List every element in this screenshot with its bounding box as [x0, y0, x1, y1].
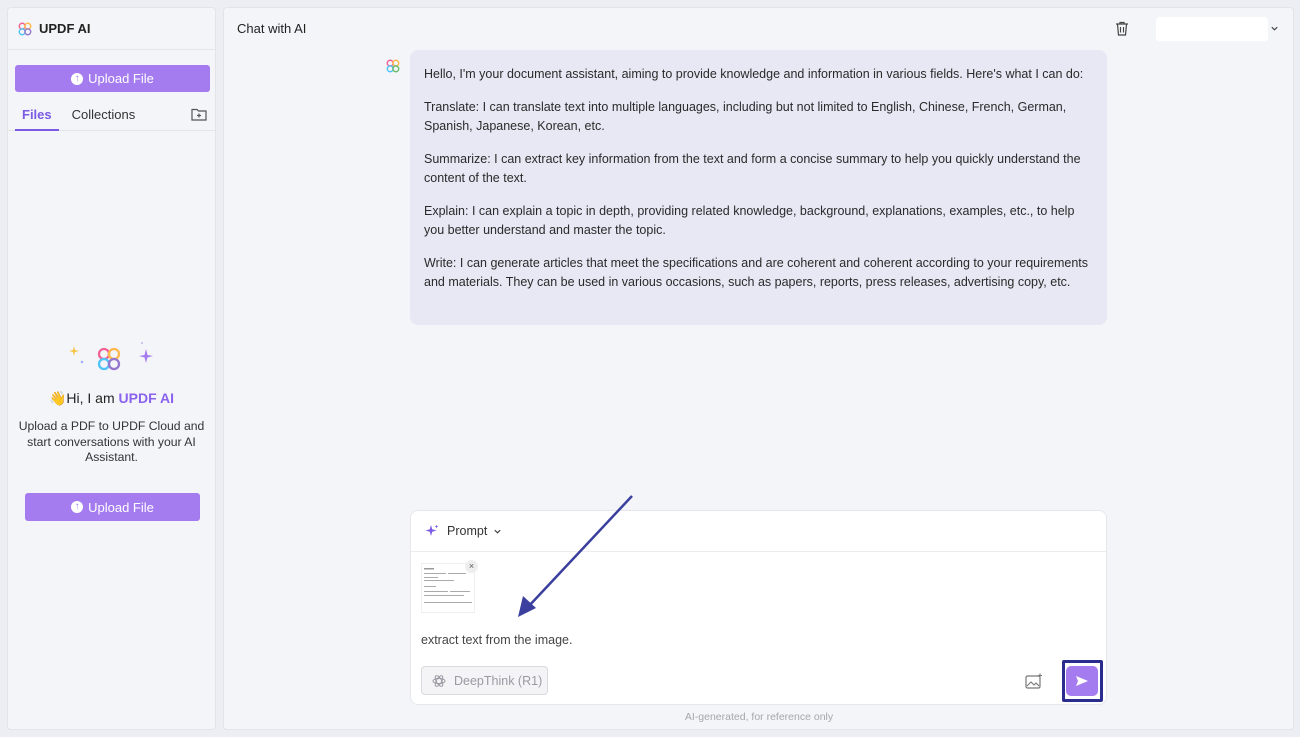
- image-icon[interactable]: [1025, 673, 1043, 689]
- upload-icon: ↑: [71, 501, 84, 513]
- tab-collections[interactable]: Collections: [65, 105, 143, 131]
- send-button[interactable]: [1066, 666, 1098, 696]
- welcome-heading: 👋Hi, I am UPDF AI: [8, 390, 215, 407]
- upload-file-button-2[interactable]: ↑ Upload File: [25, 493, 200, 521]
- upload-file-button[interactable]: ↑ Upload File: [15, 65, 210, 92]
- ai-message-bubble: Hello, I'm your document assistant, aimi…: [410, 50, 1107, 325]
- remove-attachment-button[interactable]: ×: [465, 560, 478, 573]
- prompt-dropdown[interactable]: Prompt: [411, 511, 1106, 552]
- updf-ai-logo-icon: [68, 342, 153, 371]
- ai-avatar-icon: [386, 59, 400, 73]
- wave-emoji: 👋: [48, 390, 67, 406]
- page-title: Chat with AI: [237, 21, 307, 36]
- attachment-thumbnail[interactable]: ×: [421, 560, 478, 613]
- upload-file-label-2: Upload File: [88, 499, 154, 515]
- chevron-down-icon: [494, 529, 501, 534]
- prompt-label: Prompt: [447, 524, 488, 538]
- send-icon: [1076, 676, 1088, 686]
- chevron-down-icon[interactable]: [1270, 24, 1279, 33]
- message-paragraph: Write: I can generate articles that meet…: [424, 256, 1089, 289]
- tab-files[interactable]: Files: [15, 105, 59, 131]
- ai-disclaimer: AI-generated, for reference only: [684, 711, 834, 723]
- sparkle-icon: [425, 524, 439, 536]
- model-select[interactable]: [1156, 17, 1268, 41]
- sidebar-header: UPDF AI: [8, 8, 215, 50]
- composer: Prompt × extract text from the image. De…: [410, 510, 1107, 705]
- app-title: UPDF AI: [39, 21, 91, 36]
- welcome-prefix: Hi, I am: [66, 390, 119, 406]
- message-paragraph: Hello, I'm your document assistant, aimi…: [424, 67, 1084, 81]
- message-paragraph: Translate: I can translate text into mul…: [424, 100, 1067, 133]
- welcome-brand: UPDF AI: [118, 390, 175, 406]
- sidebar-tabs: Files Collections: [8, 105, 215, 131]
- message-paragraph: Summarize: I can extract key information…: [424, 152, 1081, 185]
- trash-icon[interactable]: [1115, 21, 1129, 36]
- prompt-input[interactable]: extract text from the image.: [421, 633, 572, 647]
- folder-add-icon[interactable]: [191, 107, 207, 121]
- updf-logo-icon: [18, 22, 32, 35]
- chat-panel: Chat with AI Hello, I'm your document as…: [223, 7, 1294, 730]
- welcome-panel: 👋Hi, I am UPDF AI Upload a PDF to UPDF C…: [8, 338, 215, 466]
- upload-file-label: Upload File: [88, 71, 154, 86]
- upload-icon: ↑: [71, 72, 84, 85]
- deepthink-button[interactable]: DeepThink (R1): [421, 666, 548, 695]
- message-paragraph: Explain: I can explain a topic in depth,…: [424, 204, 1075, 237]
- sidebar: UPDF AI ↑ Upload File Files Collections …: [7, 7, 216, 730]
- welcome-description: Upload a PDF to UPDF Cloud and start con…: [18, 419, 205, 464]
- deepthink-icon: [432, 674, 446, 687]
- deepthink-label: DeepThink (R1): [454, 673, 543, 688]
